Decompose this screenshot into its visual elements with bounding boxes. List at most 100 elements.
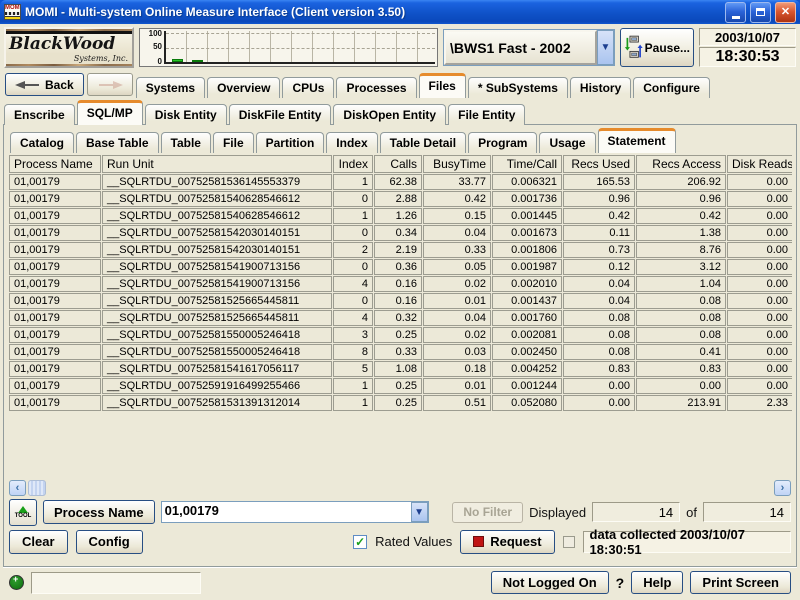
statement-grid: Process NameRun UnitIndexCallsBusyTimeTi… [8, 154, 792, 476]
tab-main-cpus[interactable]: CPUs [282, 77, 334, 98]
cell-recs-access: 0.08 [636, 293, 726, 309]
cell-process-name: 01,00179 [9, 191, 101, 207]
table-row[interactable]: 01,00179__SQLRTDU_0075258152566544581140… [9, 310, 792, 326]
table-row[interactable]: 01,00179__SQLRTDU_0075258155000524641880… [9, 344, 792, 360]
cell-recs-access: 1.38 [636, 225, 726, 241]
pause-label: Pause... [645, 41, 690, 55]
cell-recs-used: 0.83 [563, 361, 635, 377]
cell-recs-used: 0.73 [563, 242, 635, 258]
tab-sql-catalog[interactable]: Catalog [10, 132, 74, 153]
column-header-recs-used[interactable]: Recs Used [563, 155, 635, 173]
cell-recs-used: 0.08 [563, 327, 635, 343]
auto-checkbox[interactable] [563, 536, 575, 548]
no-filter-button[interactable]: No Filter [452, 502, 523, 523]
minimize-button[interactable] [725, 2, 746, 23]
tool-button[interactable]: TOOL [9, 499, 37, 526]
tab-sql-statement[interactable]: Statement [598, 128, 676, 153]
column-header-busytime[interactable]: BusyTime [423, 155, 491, 173]
table-row[interactable]: 01,00179__SQLRTDU_0075258155000524641830… [9, 327, 792, 343]
tab-sql-table[interactable]: Table [161, 132, 211, 153]
tab-main-history[interactable]: History [570, 77, 631, 98]
chevron-down-icon[interactable]: ▼ [597, 30, 614, 65]
cell-index: 1 [333, 395, 373, 411]
forward-button[interactable] [87, 73, 133, 96]
process-name-combobox[interactable]: 01,00179 ▼ [161, 501, 429, 523]
not-logged-on-button[interactable]: Not Logged On [491, 571, 609, 594]
table-row[interactable]: 01,00179__SQLRTDU_0075258154161705611751… [9, 361, 792, 377]
tab-files-diskopen-entity[interactable]: DiskOpen Entity [333, 104, 446, 125]
tab-main-subsystems[interactable]: * SubSystems [468, 77, 568, 98]
main-toolbar: Back SystemsOverviewCPUsProcessesFiles* … [3, 70, 797, 97]
print-screen-button[interactable]: Print Screen [690, 571, 791, 594]
cell-index: 5 [333, 361, 373, 377]
table-row[interactable]: 01,00179__SQLRTDU_0075258154062854661202… [9, 191, 792, 207]
column-header-recs-access[interactable]: Recs Access [636, 155, 726, 173]
tab-main-configure[interactable]: Configure [633, 77, 710, 98]
column-header-process-name[interactable]: Process Name [9, 155, 101, 173]
tab-files-sql-mp[interactable]: SQL/MP [77, 100, 143, 125]
table-row[interactable]: 01,00179__SQLRTDU_0075258154190071315640… [9, 276, 792, 292]
back-button[interactable]: Back [5, 73, 84, 96]
close-icon: ✕ [781, 7, 790, 18]
cell-index: 2 [333, 242, 373, 258]
cell-disk-reads: 0.00 [727, 225, 792, 241]
help-button[interactable]: Help [631, 571, 683, 594]
cell-recs-used: 0.00 [563, 378, 635, 394]
cell-time-call: 0.002081 [492, 327, 562, 343]
tab-sql-program[interactable]: Program [468, 132, 537, 153]
cpu-mini-chart[interactable]: 100 50 0 [139, 28, 438, 67]
tab-sql-usage[interactable]: Usage [539, 132, 595, 153]
table-row[interactable]: 01,00179__SQLRTDU_0075258154203014015100… [9, 225, 792, 241]
table-row[interactable]: 01,00179__SQLRTDU_0075258154062854661211… [9, 208, 792, 224]
tab-files-enscribe[interactable]: Enscribe [4, 104, 75, 125]
cell-disk-reads: 0.00 [727, 361, 792, 377]
tab-files-diskfile-entity[interactable]: DiskFile Entity [229, 104, 332, 125]
cell-recs-access: 213.91 [636, 395, 726, 411]
tab-sql-partition[interactable]: Partition [256, 132, 325, 153]
scroll-left-button[interactable]: ‹ [9, 480, 26, 496]
column-header-time-call[interactable]: Time/Call [492, 155, 562, 173]
table-row[interactable]: 01,00179__SQLRTDU_0075258153614555337916… [9, 174, 792, 190]
cell-run-unit: __SQLRTDU_00752581525665445811 [102, 293, 332, 309]
cell-busytime: 0.01 [423, 378, 491, 394]
close-button[interactable]: ✕ [775, 2, 796, 23]
cell-index: 8 [333, 344, 373, 360]
tab-sql-table-detail[interactable]: Table Detail [380, 132, 466, 153]
table-row[interactable]: 01,00179__SQLRTDU_0075259191649925546610… [9, 378, 792, 394]
tab-main-overview[interactable]: Overview [207, 77, 280, 98]
cell-index: 4 [333, 310, 373, 326]
system-selector[interactable]: \BWS1 Fast - 2002 ▼ [443, 29, 615, 66]
tab-main-files[interactable]: Files [419, 73, 466, 98]
restore-button[interactable] [750, 2, 771, 23]
cell-busytime: 0.51 [423, 395, 491, 411]
pause-button[interactable]: Pause... [620, 28, 694, 67]
column-header-index[interactable]: Index [333, 155, 373, 173]
tab-main-systems[interactable]: Systems [136, 77, 205, 98]
chevron-down-icon[interactable]: ▼ [411, 502, 428, 522]
tab-sql-file[interactable]: File [213, 132, 254, 153]
app-icon: MOMI [4, 4, 21, 20]
tab-files-disk-entity[interactable]: Disk Entity [145, 104, 227, 125]
column-header-run-unit[interactable]: Run Unit [102, 155, 332, 173]
rated-values-checkbox[interactable]: ✓ [353, 535, 367, 549]
config-button[interactable]: Config [76, 530, 143, 554]
table-row[interactable]: 01,00179__SQLRTDU_0075258152566544581100… [9, 293, 792, 309]
tab-main-processes[interactable]: Processes [336, 77, 416, 98]
tab-sql-index[interactable]: Index [326, 132, 377, 153]
cell-disk-reads: 0.00 [727, 378, 792, 394]
title-bar[interactable]: MOMI MOMI - Multi-system Online Measure … [0, 0, 800, 24]
process-name-button[interactable]: Process Name [43, 500, 155, 524]
table-row[interactable]: 01,00179__SQLRTDU_0075258154203014015122… [9, 242, 792, 258]
table-row[interactable]: 01,00179__SQLRTDU_0075258153139131201410… [9, 395, 792, 411]
cell-time-call: 0.001244 [492, 378, 562, 394]
column-header-calls[interactable]: Calls [374, 155, 422, 173]
request-button[interactable]: Request [460, 530, 554, 554]
clear-button[interactable]: Clear [9, 530, 68, 554]
horizontal-scrollbar[interactable]: ‹ › [8, 478, 792, 497]
tab-files-file-entity[interactable]: File Entity [448, 104, 525, 125]
table-row[interactable]: 01,00179__SQLRTDU_0075258154190071315600… [9, 259, 792, 275]
scroll-right-button[interactable]: › [774, 480, 791, 496]
tab-sql-base-table[interactable]: Base Table [76, 132, 158, 153]
column-header-disk-reads[interactable]: Disk Reads [727, 155, 792, 173]
scrollbar-thumb[interactable] [28, 480, 46, 496]
